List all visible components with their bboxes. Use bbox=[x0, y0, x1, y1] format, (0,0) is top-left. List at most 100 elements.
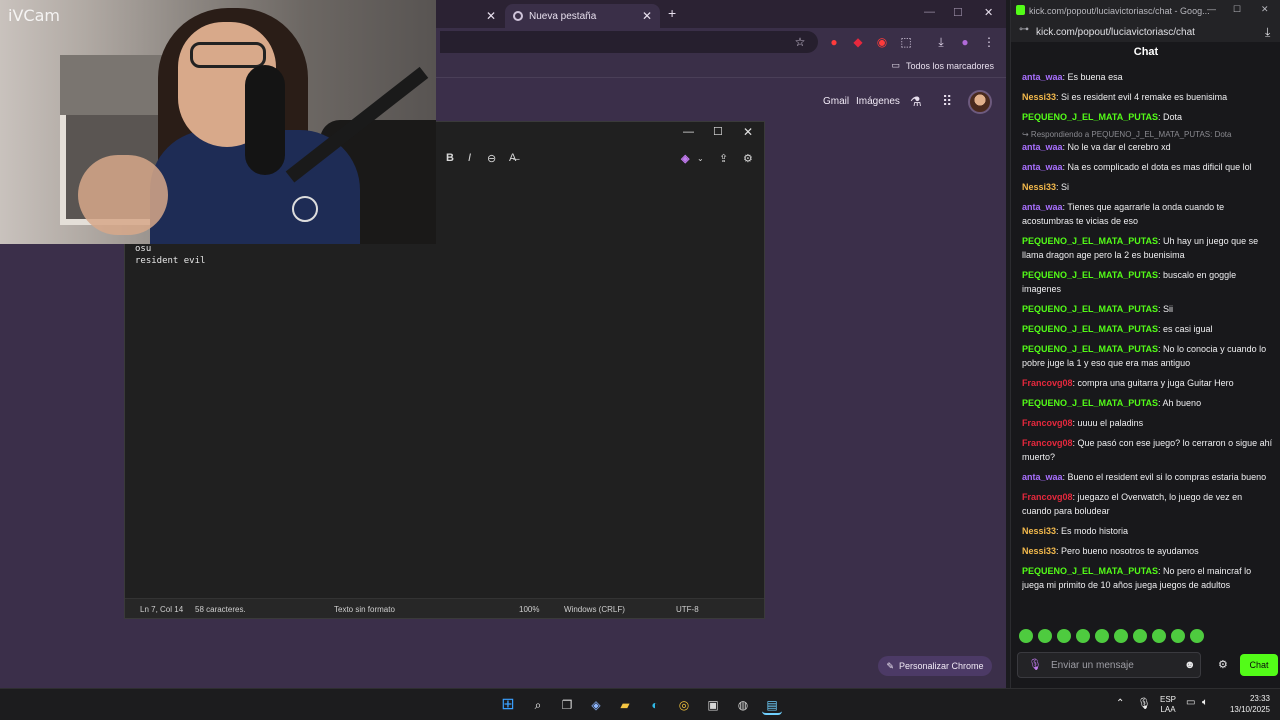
clock[interactable]: 23:33 13/10/2025 bbox=[1230, 693, 1270, 715]
chat-username[interactable]: anta_waa bbox=[1022, 142, 1063, 152]
close-icon[interactable]: ✕ bbox=[1261, 4, 1269, 15]
chat-username[interactable]: Nessi33 bbox=[1022, 526, 1056, 536]
emote-icon[interactable] bbox=[1190, 629, 1204, 643]
extension-icon[interactable]: ◆ bbox=[850, 34, 866, 50]
chat-username[interactable]: anta_waa bbox=[1022, 202, 1063, 212]
task-view-icon[interactable]: ❐ bbox=[557, 695, 577, 715]
chevron-up-icon[interactable]: ⌃ bbox=[1116, 698, 1124, 709]
download-icon[interactable]: ⤓ bbox=[1265, 25, 1270, 40]
chat-username[interactable]: Nessi33 bbox=[1022, 182, 1056, 192]
notepad-text[interactable]: osu resident evil bbox=[135, 243, 205, 267]
emote-icon[interactable] bbox=[1114, 629, 1128, 643]
emote-icon[interactable] bbox=[1038, 629, 1052, 643]
customize-chrome-button[interactable]: ✎ Personalizar Chrome bbox=[878, 656, 992, 676]
chrome-icon[interactable]: ◎ bbox=[674, 695, 694, 715]
tab-previous[interactable]: ✕ bbox=[440, 4, 504, 28]
apps-grid-icon[interactable]: ⠿ bbox=[942, 93, 952, 110]
emote-icon[interactable] bbox=[1019, 629, 1033, 643]
avatar[interactable] bbox=[968, 90, 992, 114]
clear-format-icon[interactable]: A̶ bbox=[509, 152, 516, 164]
search-icon[interactable]: ⌕ bbox=[528, 695, 548, 715]
gmail-link[interactable]: Gmail bbox=[823, 96, 849, 107]
chat-username[interactable]: PEQUENO_J_EL_MATA_PUTAS bbox=[1022, 324, 1158, 334]
new-tab-icon[interactable]: + bbox=[668, 5, 682, 21]
menu-dots-icon[interactable]: ⋮ bbox=[981, 34, 997, 50]
chat-username[interactable]: PEQUENO_J_EL_MATA_PUTAS bbox=[1022, 304, 1158, 314]
chat-username[interactable]: anta_waa bbox=[1022, 472, 1063, 482]
close-icon[interactable]: ✕ bbox=[984, 6, 993, 19]
file-explorer-icon[interactable]: ▰ bbox=[615, 695, 635, 715]
chat-username[interactable]: Nessi33 bbox=[1022, 92, 1056, 102]
chat-message: anta_waa: Tienes que agarrarle la onda c… bbox=[1022, 200, 1274, 228]
input-language[interactable]: ESP LAA bbox=[1160, 695, 1176, 715]
chat-input[interactable]: 🎙 Enviar un mensaje ☻ bbox=[1017, 652, 1201, 678]
chat-username[interactable]: PEQUENO_J_EL_MATA_PUTAS bbox=[1022, 398, 1158, 408]
close-icon[interactable]: ✕ bbox=[743, 125, 753, 139]
emote-icon[interactable] bbox=[1171, 629, 1185, 643]
microphone-icon[interactable]: 🎙 bbox=[1028, 658, 1042, 671]
edge-icon[interactable]: ◐ bbox=[645, 695, 665, 715]
notepad-icon[interactable]: ▤ bbox=[762, 695, 782, 715]
emote-icon[interactable] bbox=[1076, 629, 1090, 643]
maximize-icon[interactable]: ☐ bbox=[1233, 4, 1241, 15]
microphone-icon[interactable]: 🎙 bbox=[1137, 697, 1151, 710]
chat-username[interactable]: Francovg08 bbox=[1022, 438, 1073, 448]
taskbar: ⊞ ⌕ ❐ ◈ ▰ ◐ ◎ ▣ ◍ ▤ ⌃ 🎙 ESP LAA ▭ 🔈︎ 23:… bbox=[0, 688, 1280, 720]
ivcam-icon[interactable]: ◍ bbox=[733, 695, 753, 715]
download-icon[interactable]: ⤓ bbox=[933, 34, 949, 50]
chat-message-list[interactable]: anta_waa: Es buena esa Nessi33: Si es res… bbox=[1022, 70, 1274, 624]
chat-username[interactable]: PEQUENO_J_EL_MATA_PUTAS bbox=[1022, 236, 1158, 246]
chat-url-bar[interactable]: ⊶ kick.com/popout/luciavictoriasc/chat ⤓ bbox=[1011, 22, 1280, 42]
extension-icon[interactable]: ● bbox=[826, 34, 842, 50]
maximize-icon[interactable]: ☐ bbox=[713, 125, 723, 138]
emote-icon[interactable] bbox=[1152, 629, 1166, 643]
volume-icon[interactable]: 🔈︎ bbox=[1202, 697, 1208, 708]
chat-username[interactable]: anta_waa bbox=[1022, 162, 1063, 172]
gear-icon[interactable]: ⚙ bbox=[743, 152, 753, 165]
text-format: Texto sin formato bbox=[334, 605, 395, 614]
maximize-icon[interactable]: ☐ bbox=[953, 6, 963, 19]
site-info-icon[interactable]: ⊶ bbox=[1019, 24, 1029, 35]
extensions-puzzle-icon[interactable]: ⬚ bbox=[898, 34, 914, 50]
italic-icon[interactable]: I bbox=[468, 152, 471, 164]
network-icon[interactable]: ▭ bbox=[1186, 697, 1195, 708]
images-link[interactable]: Imágenes bbox=[856, 96, 900, 107]
copilot-icon[interactable]: ◈ bbox=[586, 695, 606, 715]
tab-new[interactable]: Nueva pestaña ✕ bbox=[505, 4, 660, 28]
labs-flask-icon[interactable]: ⚗ bbox=[910, 94, 922, 110]
minimize-icon[interactable]: — bbox=[683, 126, 694, 138]
emote-icon[interactable] bbox=[1057, 629, 1071, 643]
windows-start-icon[interactable]: ⊞ bbox=[498, 695, 518, 715]
address-bar[interactable] bbox=[440, 31, 818, 53]
minimize-icon[interactable]: — bbox=[1207, 4, 1216, 14]
record-icon[interactable]: ◉ bbox=[874, 34, 890, 50]
chat-username[interactable]: PEQUENO_J_EL_MATA_PUTAS bbox=[1022, 344, 1158, 354]
emoji-icon[interactable]: ☻ bbox=[1184, 659, 1196, 671]
chat-username[interactable]: Francovg08 bbox=[1022, 492, 1073, 502]
all-bookmarks-button[interactable]: ▭ Todos los marcadores bbox=[891, 60, 994, 71]
bookmark-star-icon[interactable]: ☆ bbox=[792, 34, 808, 50]
chat-username[interactable]: Nessi33 bbox=[1022, 546, 1056, 556]
chat-username[interactable]: anta_waa bbox=[1022, 72, 1063, 82]
minimize-icon[interactable]: — bbox=[924, 6, 935, 18]
close-tab-icon[interactable]: ✕ bbox=[486, 9, 496, 23]
share-icon[interactable]: ⇪ bbox=[719, 152, 728, 165]
emote-icon[interactable] bbox=[1095, 629, 1109, 643]
chat-username[interactable]: PEQUENO_J_EL_MATA_PUTAS bbox=[1022, 566, 1158, 576]
chat-username[interactable]: Francovg08 bbox=[1022, 418, 1073, 428]
copilot-icon[interactable]: ◈ bbox=[681, 152, 689, 165]
chat-username[interactable]: Francovg08 bbox=[1022, 378, 1073, 388]
kick-logo-icon bbox=[1016, 5, 1025, 15]
profile-icon[interactable]: ● bbox=[957, 34, 973, 50]
store-icon[interactable]: ▣ bbox=[703, 695, 723, 715]
chat-text: : compra una guitarra y juga Guitar Hero bbox=[1072, 378, 1234, 388]
chat-username[interactable]: PEQUENO_J_EL_MATA_PUTAS bbox=[1022, 270, 1158, 280]
chevron-down-icon[interactable]: ⌄ bbox=[697, 154, 704, 163]
emote-icon[interactable] bbox=[1133, 629, 1147, 643]
close-tab-icon[interactable]: ✕ bbox=[642, 9, 652, 23]
bold-icon[interactable]: B bbox=[446, 152, 454, 164]
chat-username[interactable]: PEQUENO_J_EL_MATA_PUTAS bbox=[1022, 112, 1158, 122]
gear-icon[interactable]: ⚙ bbox=[1218, 658, 1228, 671]
link-icon[interactable]: ⊖ bbox=[487, 152, 496, 165]
chat-send-button[interactable]: Chat bbox=[1240, 654, 1278, 676]
